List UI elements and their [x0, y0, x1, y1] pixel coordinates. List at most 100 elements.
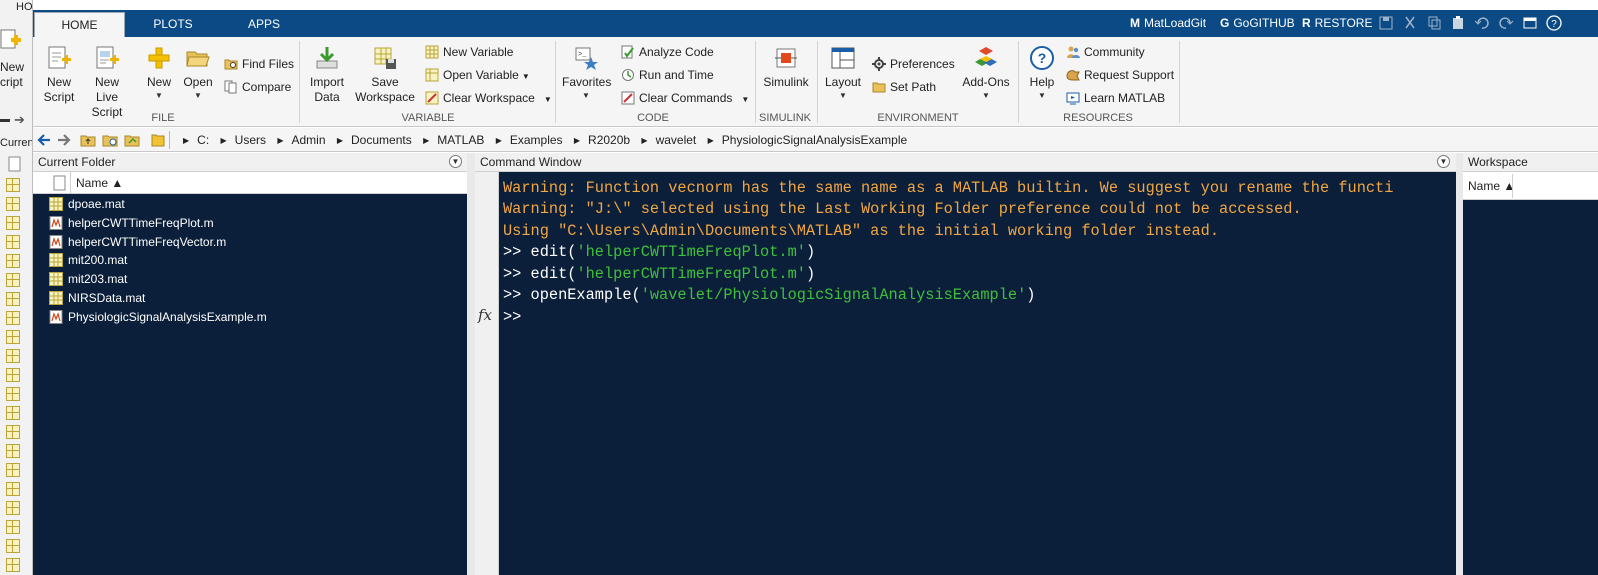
analyze-code-button[interactable]: Analyze Code	[621, 44, 714, 60]
mat-file-icon	[49, 272, 63, 286]
open-dropdown-button[interactable]: Open ▼	[181, 45, 215, 100]
clear-workspace-label: Clear Workspace	[443, 91, 535, 105]
breadcrumb-item[interactable]: PhysiologicSignalAnalysisExample	[722, 133, 907, 147]
group-label-environment: ENVIRONMENT	[877, 112, 959, 124]
current-folder-panel: Current Folder ▼ Name ▲ dpoae.mat helper…	[33, 153, 467, 575]
quick-access-restore[interactable]: R RESTORE	[1302, 14, 1372, 33]
panel-title: Command Window	[480, 155, 582, 169]
name-column-header[interactable]: Name ▲	[1468, 179, 1515, 193]
mat-file-icon	[6, 463, 20, 477]
new-variable-button[interactable]: New Variable	[425, 44, 513, 60]
breadcrumb-item[interactable]: Admin	[292, 133, 326, 147]
warning-line: Using "C:\Users\Admin\Documents\MATLAB" …	[503, 222, 1220, 240]
file-row-physiologicsignalanalysisexample[interactable]: PhysiologicSignalAnalysisExample.m	[49, 308, 267, 326]
mat-file-icon	[6, 178, 20, 192]
warning-line: Warning: "J:\" selected using the Last W…	[503, 200, 1302, 218]
favorites-button[interactable]: >_ Favorites ▼	[562, 45, 611, 100]
breadcrumb-item[interactable]: Users	[235, 133, 266, 147]
file-row-mit200[interactable]: mit200.mat	[49, 251, 127, 269]
mat-file-icon	[49, 291, 63, 305]
help-button[interactable]: ? Help ▼	[1024, 45, 1060, 100]
panel-splitter[interactable]	[467, 153, 475, 575]
command-string-arg: 'helperCWTTimeFreqPlot.m'	[576, 243, 806, 261]
file-row-mit203[interactable]: mit203.mat	[49, 270, 127, 288]
breadcrumb[interactable]: ▶ C: ▶ Users ▶ Admin ▶ Documents ▶ MATLAB ▶ Ex…	[183, 132, 915, 148]
panel-menu-icon[interactable]: ▼	[449, 155, 462, 168]
clear-commands-button[interactable]: Clear Commands ▼	[621, 90, 749, 108]
breadcrumb-arrow-icon: ▶	[220, 136, 227, 145]
layout-button[interactable]: Layout ▼	[823, 45, 863, 100]
copy-icon[interactable]	[1426, 15, 1442, 31]
svg-text:?: ?	[1038, 50, 1047, 66]
breadcrumb-item[interactable]: wavelet	[656, 133, 697, 147]
analyze-code-label: Analyze Code	[639, 45, 714, 59]
quick-access-matloadgit[interactable]: M MatLoadGit	[1130, 14, 1206, 33]
community-button[interactable]: Community	[1066, 44, 1145, 60]
learn-matlab-icon	[1066, 92, 1080, 105]
browse-folder-icon[interactable]	[102, 132, 118, 148]
command-prompt[interactable]: >>	[503, 307, 521, 328]
undo-icon[interactable]	[1474, 15, 1490, 31]
background-script-label: cript	[0, 75, 23, 89]
folder-sync-icon[interactable]	[124, 132, 140, 148]
set-path-button[interactable]: Set Path	[872, 79, 936, 95]
redo-icon[interactable]	[1498, 15, 1514, 31]
find-files-button[interactable]: Find Files	[224, 56, 294, 72]
file-row-helpercwttimefreqvector[interactable]: helperCWTTimeFreqVector.m	[49, 233, 226, 251]
tab-home[interactable]: HOME	[34, 12, 125, 37]
breadcrumb-item[interactable]: R2020b	[588, 133, 630, 147]
run-and-time-button[interactable]: Run and Time	[621, 67, 714, 83]
command-window-panel[interactable]: Command Window ▼ fx Warning: Function ve…	[475, 153, 1456, 575]
community-icon	[1067, 46, 1080, 58]
breadcrumb-item[interactable]: Documents	[351, 133, 412, 147]
group-label-simulink: SIMULINK	[759, 112, 811, 124]
mat-file-icon	[6, 349, 20, 363]
breadcrumb-item[interactable]: MATLAB	[437, 133, 484, 147]
function-browser-icon[interactable]: fx	[478, 306, 492, 324]
file-row-helpercwttimefreqplot[interactable]: helperCWTTimeFreqPlot.m	[49, 214, 214, 232]
file-row-nirsdata[interactable]: NIRSData.mat	[49, 289, 145, 307]
save-workspace-button[interactable]: Save Workspace	[352, 45, 418, 105]
help-icon[interactable]: ?	[1546, 15, 1562, 31]
save-icon[interactable]	[1378, 15, 1394, 31]
forward-arrow-icon[interactable]	[56, 132, 72, 148]
open-variable-button[interactable]: Open Variable ▼	[425, 67, 530, 85]
new-script-label-2: Script	[43, 90, 75, 104]
switch-windows-icon[interactable]	[1522, 15, 1538, 31]
new-script-button[interactable]: New Script	[38, 45, 80, 105]
find-files-label: Find Files	[242, 57, 295, 71]
open-label: Open	[183, 75, 213, 89]
new-dropdown-button[interactable]: New ▼	[143, 45, 175, 100]
file-row-dpoae[interactable]: dpoae.mat	[49, 195, 125, 213]
file-name: PhysiologicSignalAnalysisExample.m	[68, 310, 267, 324]
cut-icon[interactable]	[1402, 15, 1418, 31]
name-column-header[interactable]: Name ▲	[76, 176, 123, 190]
column-divider	[70, 172, 71, 194]
panel-menu-icon[interactable]: ▼	[1437, 155, 1450, 168]
up-folder-icon[interactable]	[80, 132, 96, 148]
learn-matlab-button[interactable]: Learn MATLAB	[1066, 90, 1165, 106]
paste-icon[interactable]	[1450, 15, 1466, 31]
tab-apps[interactable]: APPS	[236, 12, 292, 37]
group-label-code: CODE	[637, 112, 669, 124]
import-data-button[interactable]: Import Data	[306, 45, 348, 105]
folder-open-icon	[186, 51, 210, 67]
panel-splitter[interactable]	[1456, 153, 1463, 575]
add-ons-button[interactable]: Add-Ons ▼	[960, 45, 1012, 100]
preferences-label: Preferences	[890, 57, 955, 71]
mat-file-icon	[6, 292, 20, 306]
clear-workspace-button[interactable]: Clear Workspace ▼	[425, 90, 552, 108]
new-live-script-button[interactable]: New Live Script	[79, 45, 135, 120]
simulink-button[interactable]: Simulink	[760, 45, 812, 90]
quick-access-gogithub[interactable]: G GoGITHUB	[1220, 14, 1295, 33]
back-arrow-icon[interactable]	[36, 132, 52, 148]
breadcrumb-item[interactable]: Examples	[510, 133, 563, 147]
preferences-button[interactable]: Preferences	[872, 56, 955, 72]
mat-file-icon	[6, 539, 20, 553]
compare-button[interactable]: Compare	[224, 79, 291, 95]
tab-plots[interactable]: PLOTS	[143, 12, 203, 37]
breadcrumb-item[interactable]: C:	[197, 133, 209, 147]
request-support-button[interactable]: Request Support	[1066, 67, 1174, 83]
background-new-script-button[interactable]: New cript	[0, 60, 32, 90]
chevron-down-icon: ▼	[1038, 91, 1046, 100]
